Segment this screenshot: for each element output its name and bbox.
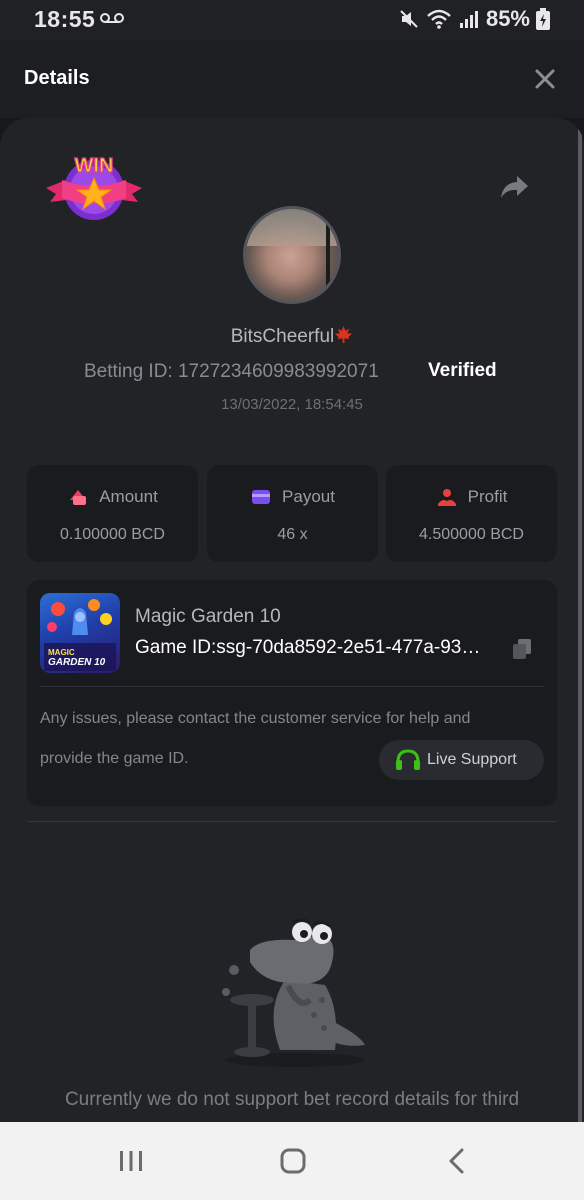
page-title: Details	[24, 67, 90, 89]
game-card: MAGIC GARDEN 10 Magic Garden 10 Game ID:…	[27, 580, 557, 806]
share-icon[interactable]	[499, 174, 529, 200]
details-sheet: WIN BitsCheerful Betting ID: 17272346099…	[0, 118, 584, 1128]
stat-card-amount: Amount 0.100000 BCD	[27, 465, 198, 562]
magic-garden-art-icon: MAGIC GARDEN 10	[44, 599, 116, 671]
copy-icon[interactable]	[511, 637, 533, 661]
stat-card-payout: Payout 46 x	[207, 465, 378, 562]
game-thumbnail[interactable]: MAGIC GARDEN 10	[40, 593, 120, 673]
game-thumb-text-1: MAGIC	[48, 648, 75, 657]
wifi-icon	[427, 9, 451, 29]
section-divider	[27, 821, 557, 822]
maple-leaf-icon	[335, 325, 353, 344]
game-thumb-text-2: GARDEN 10	[48, 657, 106, 668]
recent-apps-icon[interactable]	[118, 1150, 144, 1172]
scrollbar[interactable]	[578, 128, 582, 1128]
stat-value-profit: 4.500000 BCD	[419, 526, 524, 543]
status-time: 18:55	[34, 6, 96, 32]
profit-icon	[437, 489, 456, 506]
stat-value-payout: 46 x	[277, 526, 308, 543]
stat-label-amount: Amount	[99, 487, 158, 506]
battery-percent: 85%	[485, 6, 530, 31]
close-icon[interactable]	[534, 68, 556, 90]
home-icon[interactable]	[280, 1148, 306, 1174]
signal-icon	[459, 11, 478, 28]
bet-date: 13/03/2022, 18:54:45	[221, 396, 363, 413]
status-icons: 85%	[398, 6, 550, 32]
game-name[interactable]: Magic Garden 10	[135, 606, 281, 628]
amount-icon	[70, 490, 87, 505]
payout-icon	[252, 490, 271, 504]
divider	[40, 686, 544, 687]
win-badge-text: WIN	[75, 155, 114, 177]
live-support-button[interactable]: Live Support	[379, 740, 544, 780]
stat-label-payout: Payout	[282, 487, 335, 506]
stat-value-amount: 0.100000 BCD	[60, 526, 165, 543]
win-badge-icon: WIN	[46, 154, 142, 220]
avatar	[243, 206, 341, 304]
verified-badge: Verified	[428, 360, 497, 381]
help-text-line-1: Any issues, please contact the customer …	[40, 710, 471, 727]
betting-id: Betting ID: 1727234609983992071	[84, 361, 379, 382]
stat-card-profit: Profit 4.500000 BCD	[386, 465, 557, 562]
stat-label-profit: Profit	[467, 487, 508, 506]
username-row: BitsCheerful	[0, 325, 584, 348]
navigation-bar	[0, 1122, 584, 1200]
unsupported-notice: Currently we do not support bet record d…	[64, 1089, 520, 1110]
back-icon[interactable]	[447, 1148, 467, 1174]
battery-charging-icon	[536, 8, 550, 30]
mute-icon	[400, 10, 418, 28]
status-bar: 18:55 85%	[0, 0, 584, 40]
headset-icon	[396, 749, 420, 770]
help-text-line-2: provide the game ID.	[40, 750, 189, 767]
username: BitsCheerful	[230, 326, 335, 347]
crocodile-mascot-illustration	[222, 918, 365, 1067]
game-id: Game ID:ssg-70da8592-2e51-477a-93…	[135, 637, 481, 658]
voicemail-icon	[100, 13, 124, 23]
details-header: Details	[0, 40, 584, 118]
live-support-label: Live Support	[427, 751, 517, 768]
